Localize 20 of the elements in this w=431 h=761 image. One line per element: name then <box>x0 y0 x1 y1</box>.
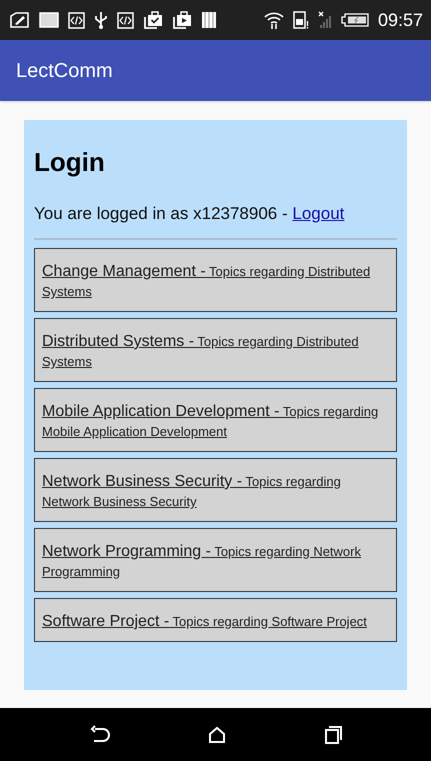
barcode-icon <box>201 11 217 29</box>
wifi-icon <box>264 10 284 30</box>
login-message: You are logged in as x12378906 - Logout <box>34 202 346 224</box>
image-icon <box>39 12 59 28</box>
back-icon[interactable] <box>88 724 111 744</box>
sim-card-icon <box>292 11 309 29</box>
pencil-icon <box>8 12 30 28</box>
app-title: LectComm <box>16 58 113 84</box>
battery-icon <box>340 13 369 27</box>
briefcase-play-icon <box>172 11 192 29</box>
signal-icon <box>318 11 332 29</box>
status-time: 09:57 <box>378 11 423 29</box>
logout-link[interactable]: Logout <box>292 204 344 222</box>
code-icon <box>117 12 134 28</box>
usb-icon <box>94 11 108 29</box>
login-heading: Login <box>34 146 106 178</box>
home-icon[interactable] <box>208 726 226 744</box>
code-icon <box>68 12 85 28</box>
recents-icon[interactable] <box>324 726 342 744</box>
briefcase-check-icon <box>143 11 163 29</box>
